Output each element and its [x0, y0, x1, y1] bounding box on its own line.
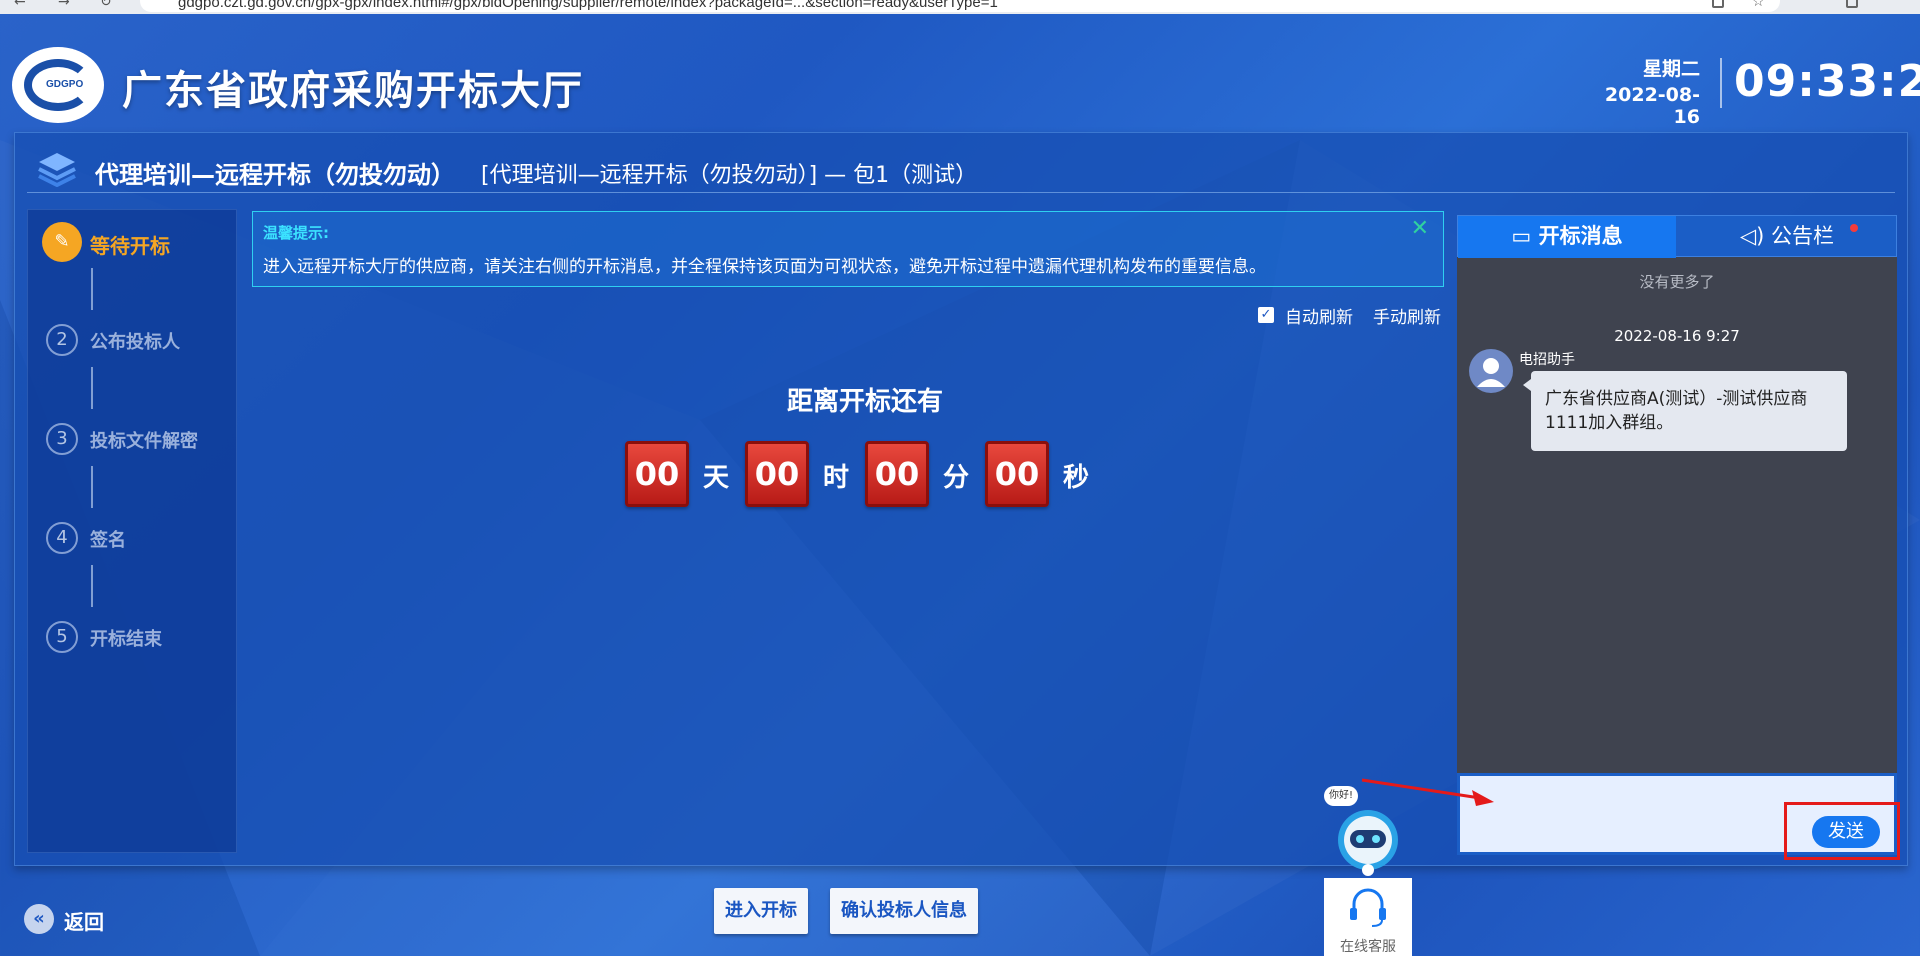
tab-label: 公告栏 — [1771, 224, 1835, 248]
url-text: gdgpo.czt.gd.gov.cn/gpx-gpx/index.html#/… — [178, 0, 998, 11]
auto-refresh-checkbox[interactable]: ✓ — [1258, 307, 1274, 323]
current-time: 09:33:29 — [1734, 56, 1920, 107]
step-sign: 4 签名 — [46, 522, 236, 562]
pencil-icon: ✎ — [42, 222, 82, 262]
project-header: 代理培训—远程开标（勿投勿动） [代理培训—远程开标（勿投勿动）] — 包1（测… — [27, 145, 1895, 193]
robot-greeting: 你好! — [1324, 786, 1358, 806]
tab-bid-messages[interactable]: ▭ 开标消息 — [1458, 216, 1676, 258]
minutes-unit: 分 — [943, 463, 970, 493]
tips-notice: 温馨提示: 进入远程开标大厅的供应商，请关注右侧的开标消息，并全程保持该页面为可… — [252, 211, 1444, 287]
countdown-hours: 00 — [745, 441, 809, 507]
notice-title: 温馨提示: — [263, 224, 329, 242]
unread-dot — [1850, 224, 1858, 232]
send-button[interactable]: 发送 — [1812, 816, 1880, 848]
progress-steps: ✎ 等待开标 2 公布投标人 3 投标文件解密 4 签名 5 开标结束 — [27, 209, 237, 853]
countdown-title: 距离开标还有 — [786, 387, 943, 417]
notice-body: 进入远程开标大厅的供应商，请关注右侧的开标消息，并全程保持该页面为可视状态，避免… — [263, 257, 1266, 277]
close-icon[interactable]: ✕ — [1411, 216, 1429, 241]
step-label: 公布投标人 — [90, 332, 180, 353]
countdown-seconds: 00 — [985, 441, 1049, 507]
bookmark-star-icon[interactable]: ☆ — [1752, 0, 1765, 10]
project-title: 代理培训—远程开标（勿投勿动） — [95, 161, 455, 189]
step-waiting: ✎ 等待开标 — [42, 222, 236, 266]
current-date: 2022-08-16 — [1604, 84, 1700, 128]
tab-label: 开标消息 — [1538, 224, 1623, 248]
profile-icon[interactable] — [1846, 0, 1858, 8]
step-decrypt: 3 投标文件解密 — [46, 423, 236, 463]
logo-text: GDGPO — [46, 79, 84, 90]
back-label: 返回 — [64, 910, 104, 934]
message-timestamp: 2022-08-16 9:27 — [1614, 327, 1740, 345]
no-more-label: 没有更多了 — [1639, 273, 1715, 291]
step-connector — [91, 466, 93, 508]
forward-nav-icon[interactable]: → — [58, 0, 70, 10]
auto-refresh-label[interactable]: 自动刷新 — [1285, 303, 1353, 328]
browser-address-bar[interactable]: ← → ↻ gdgpo.czt.gd.gov.cn/gpx-gpx/index.… — [0, 0, 1920, 14]
message-icon: ▭ — [1511, 224, 1532, 248]
clock-divider — [1720, 58, 1722, 108]
countdown-days: 00 — [625, 441, 689, 507]
step-number: 2 — [46, 324, 78, 356]
step-label: 开标结束 — [90, 629, 162, 650]
step-connector — [91, 565, 93, 607]
hours-unit: 时 — [823, 463, 850, 493]
step-number: 5 — [46, 621, 78, 653]
headset-icon — [1350, 888, 1386, 927]
chat-tabs: ▭ 开标消息 ◁) 公告栏 — [1457, 215, 1897, 258]
manual-refresh-link[interactable]: 手动刷新 — [1373, 303, 1441, 328]
step-announce-bidders: 2 公布投标人 — [46, 324, 236, 364]
step-connector — [91, 268, 93, 310]
seconds-unit: 秒 — [1063, 463, 1090, 493]
step-number: 3 — [46, 423, 78, 455]
sender-name: 电招助手 — [1519, 352, 1575, 368]
back-nav-icon[interactable]: ← — [14, 0, 26, 10]
tab-bulletin[interactable]: ◁) 公告栏 — [1678, 216, 1896, 258]
step-connector — [91, 367, 93, 409]
step-finished: 5 开标结束 — [46, 621, 236, 661]
step-label: 投标文件解密 — [90, 431, 198, 452]
days-unit: 天 — [703, 463, 730, 493]
step-label: 签名 — [90, 530, 126, 551]
online-service-button[interactable]: 在线客服 — [1324, 878, 1412, 956]
step-number: 4 — [46, 522, 78, 554]
reload-icon[interactable]: ↻ — [100, 0, 112, 10]
gdgpo-logo: GDGPO — [12, 47, 104, 123]
countdown-minutes: 00 — [865, 441, 929, 507]
site-title: 广东省政府采购开标大厅 — [122, 68, 584, 114]
user-icon — [1477, 358, 1505, 387]
weekday: 星期二 — [1642, 58, 1700, 80]
layers-icon — [38, 153, 76, 187]
back-icon: « — [24, 904, 54, 934]
enter-bid-button[interactable]: 进入开标 — [714, 888, 808, 934]
confirm-bidder-button[interactable]: 确认投标人信息 — [830, 888, 978, 934]
message-bubble: 广东省供应商A(测试）-测试供应商1111加入群组。 — [1523, 371, 1847, 451]
bid-opening-panel: 代理培训—远程开标（勿投勿动） [代理培训—远程开标（勿投勿动）] — 包1（测… — [14, 132, 1908, 866]
step-label: 等待开标 — [90, 234, 170, 258]
service-label: 在线客服 — [1340, 939, 1396, 955]
package-subtitle: [代理培训—远程开标（勿投勿动）] — 包1（测试） — [481, 163, 978, 188]
speaker-icon: ◁) — [1739, 224, 1765, 248]
assistant-avatar — [1469, 349, 1513, 393]
chat-panel: ▭ 开标消息 ◁) 公告栏 没有更多了 2022-08-16 9:27 电招助手… — [1457, 215, 1897, 855]
share-icon[interactable] — [1712, 0, 1724, 8]
